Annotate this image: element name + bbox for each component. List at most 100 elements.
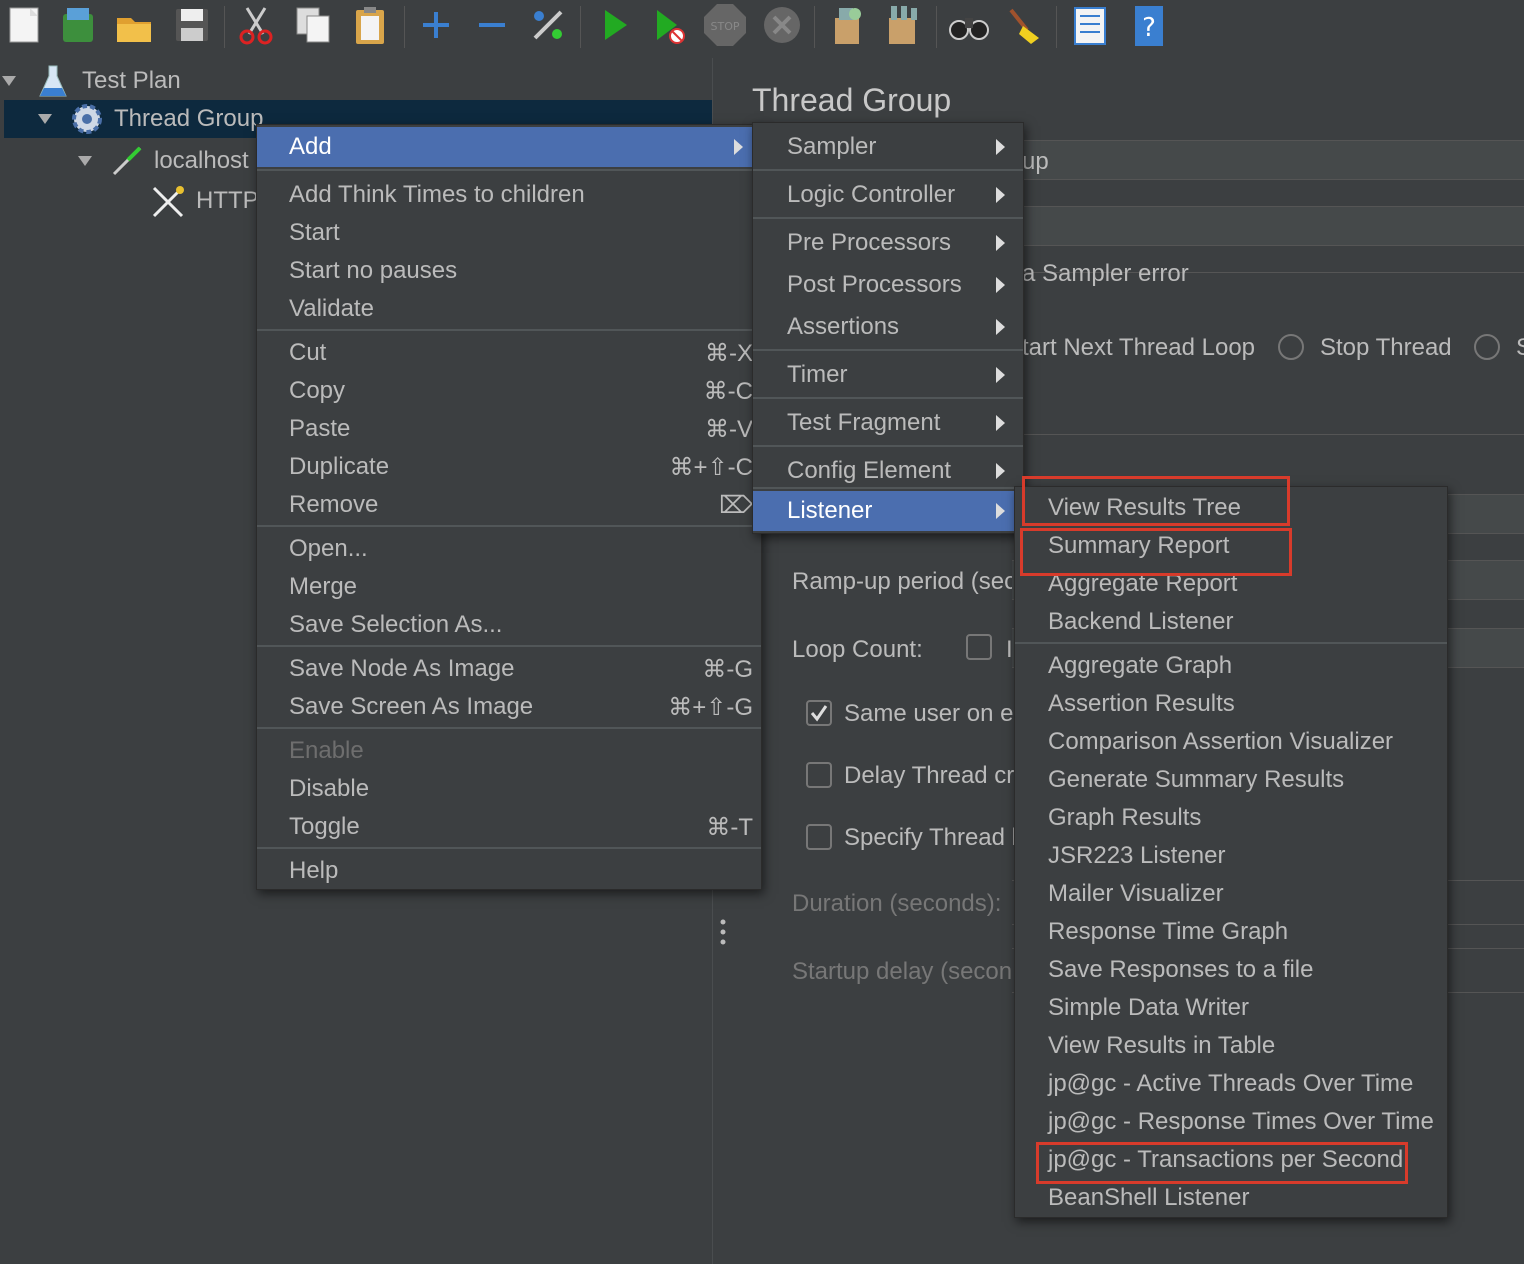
add-submenu-item-pre-processors[interactable]: Pre Processors	[753, 223, 1023, 263]
context-menu-item-enable: Enable	[257, 731, 761, 771]
open-icon[interactable]	[112, 2, 156, 48]
clear-all-icon[interactable]	[880, 2, 924, 48]
context-menu-item-save-node-as-image[interactable]: Save Node As Image ⌘-G	[257, 649, 761, 689]
start-next-loop-label[interactable]: tart Next Thread Loop	[1022, 334, 1255, 362]
add-submenu-item-sampler[interactable]: Sampler	[753, 127, 1023, 167]
context-menu-item-save-selection-as[interactable]: Save Selection As...	[257, 605, 761, 645]
add-submenu-item-logic-controller[interactable]: Logic Controller	[753, 175, 1023, 215]
submenu-arrow-icon	[996, 187, 1005, 203]
listener-item-backend-listener[interactable]: Backend Listener	[1015, 603, 1447, 641]
copy-icon[interactable]	[292, 2, 336, 48]
listener-item-simple-data-writer[interactable]: Simple Data Writer	[1015, 989, 1447, 1027]
context-menu-item-start-no-pauses[interactable]: Start no pauses	[257, 251, 761, 291]
menu-item-label: Enable	[289, 737, 364, 764]
add-submenu-item-listener[interactable]: Listener	[753, 491, 1023, 531]
context-menu-item-disable[interactable]: Disable	[257, 769, 761, 809]
start-icon[interactable]	[592, 2, 636, 48]
expand-icon[interactable]	[414, 2, 458, 48]
expand-arrow-icon[interactable]	[38, 114, 52, 124]
toolbar: STOP ?	[0, 0, 1524, 56]
listener-item-response-time-graph[interactable]: Response Time Graph	[1015, 913, 1447, 951]
save-icon[interactable]	[170, 2, 214, 48]
add-submenu-item-config-element[interactable]: Config Element	[753, 451, 1023, 491]
listener-item-graph-results[interactable]: Graph Results	[1015, 799, 1447, 837]
context-menu-item-copy[interactable]: Copy ⌘-C	[257, 371, 761, 411]
menu-separator	[257, 847, 761, 849]
listener-item-save-responses-to-a-file[interactable]: Save Responses to a file	[1015, 951, 1447, 989]
infinite-checkbox[interactable]	[966, 634, 992, 660]
listener-item-aggregate-graph[interactable]: Aggregate Graph	[1015, 647, 1447, 685]
menu-item-label: Assertions	[787, 313, 900, 340]
listener-item-comparison-assertion-visualizer[interactable]: Comparison Assertion Visualizer	[1015, 723, 1447, 761]
context-menu-item-save-screen-as-image[interactable]: Save Screen As Image ⌘+⇧-G	[257, 687, 761, 727]
same-user-checkbox[interactable]	[806, 700, 832, 726]
new-icon[interactable]	[2, 2, 46, 48]
shortcut-label: ⌘-T	[706, 814, 753, 841]
context-menu-item-toggle[interactable]: Toggle ⌘-T	[257, 807, 761, 847]
toolbar-separator	[404, 6, 405, 48]
start-no-pauses-icon[interactable]	[646, 2, 690, 48]
context-menu-item-validate[interactable]: Validate	[257, 289, 761, 329]
expand-arrow-icon[interactable]	[78, 156, 92, 166]
context-menu-item-duplicate[interactable]: Duplicate ⌘+⇧-C	[257, 447, 761, 487]
toggle-icon[interactable]	[526, 2, 570, 48]
menu-item-label: Toggle	[289, 813, 360, 840]
function-helper-icon[interactable]	[1068, 2, 1112, 48]
reset-search-icon[interactable]	[1002, 2, 1046, 48]
add-submenu-item-test-fragment[interactable]: Test Fragment	[753, 403, 1023, 443]
add-submenu-item-assertions[interactable]: Assertions	[753, 307, 1023, 347]
shutdown-icon[interactable]	[760, 2, 804, 48]
context-menu-item-start[interactable]: Start	[257, 213, 761, 253]
drag-handle-icon[interactable]	[719, 918, 727, 946]
context-menu-item-remove[interactable]: Remove ⌦	[257, 485, 761, 525]
listener-item-beanshell-listener[interactable]: BeanShell Listener	[1015, 1179, 1447, 1217]
stop-thread-label[interactable]: Stop Thread	[1320, 334, 1452, 362]
highlight-transactions-per-second	[1036, 1142, 1408, 1184]
search-icon[interactable]	[946, 2, 990, 48]
menu-item-label: jp@gc - Response Times Over Time	[1048, 1108, 1434, 1135]
context-menu-item-cut[interactable]: Cut ⌘-X	[257, 333, 761, 373]
menu-item-label: Simple Data Writer	[1048, 994, 1249, 1021]
stop-test-label[interactable]: S	[1516, 334, 1524, 362]
cut-icon[interactable]	[234, 2, 278, 48]
listener-item-jp-gc-active-threads-over-time[interactable]: jp@gc - Active Threads Over Time	[1015, 1065, 1447, 1103]
context-menu-item-add-think-times-to-children[interactable]: Add Think Times to children	[257, 175, 761, 215]
context-menu-item-paste[interactable]: Paste ⌘-V	[257, 409, 761, 449]
paste-icon[interactable]	[348, 2, 392, 48]
menu-separator	[753, 487, 1023, 489]
context-menu-item-add[interactable]: Add	[257, 127, 761, 167]
menu-item-label: Merge	[289, 573, 358, 600]
help-icon[interactable]: ?	[1126, 2, 1170, 48]
expand-arrow-icon[interactable]	[2, 76, 16, 86]
menu-item-label: Duplicate	[289, 453, 390, 480]
shortcut-label: ⌘+⇧-C	[669, 454, 753, 481]
listener-item-assertion-results[interactable]: Assertion Results	[1015, 685, 1447, 723]
menu-item-label: Mailer Visualizer	[1048, 880, 1224, 907]
templates-icon[interactable]	[56, 2, 100, 48]
tree-node-test-plan[interactable]: Test Plan	[0, 62, 712, 100]
menu-item-label: Cut	[289, 339, 327, 366]
specify-thread-lifetime-checkbox[interactable]	[806, 824, 832, 850]
listener-item-jsr223-listener[interactable]: JSR223 Listener	[1015, 837, 1447, 875]
delay-thread-checkbox[interactable]	[806, 762, 832, 788]
add-submenu-item-timer[interactable]: Timer	[753, 355, 1023, 395]
listener-item-mailer-visualizer[interactable]: Mailer Visualizer	[1015, 875, 1447, 913]
add-submenu-item-post-processors[interactable]: Post Processors	[753, 265, 1023, 305]
clear-icon[interactable]	[824, 2, 868, 48]
context-menu-item-help[interactable]: Help	[257, 851, 761, 891]
listener-item-view-results-in-table[interactable]: View Results in Table	[1015, 1027, 1447, 1065]
stop-test-radio[interactable]	[1474, 334, 1500, 360]
menu-separator	[257, 645, 761, 647]
menu-item-label: Generate Summary Results	[1048, 766, 1345, 793]
menu-item-label: Add	[289, 133, 332, 160]
menu-item-label: Backend Listener	[1048, 608, 1234, 635]
listener-item-jp-gc-response-times-over-time[interactable]: jp@gc - Response Times Over Time	[1015, 1103, 1447, 1141]
context-menu-item-merge[interactable]: Merge	[257, 567, 761, 607]
menu-separator	[1015, 642, 1447, 644]
stop-icon[interactable]: STOP	[702, 2, 746, 48]
submenu-arrow-icon	[996, 277, 1005, 293]
collapse-icon[interactable]	[470, 2, 514, 48]
listener-item-generate-summary-results[interactable]: Generate Summary Results	[1015, 761, 1447, 799]
context-menu-item-open[interactable]: Open...	[257, 529, 761, 569]
stop-thread-radio[interactable]	[1278, 334, 1304, 360]
